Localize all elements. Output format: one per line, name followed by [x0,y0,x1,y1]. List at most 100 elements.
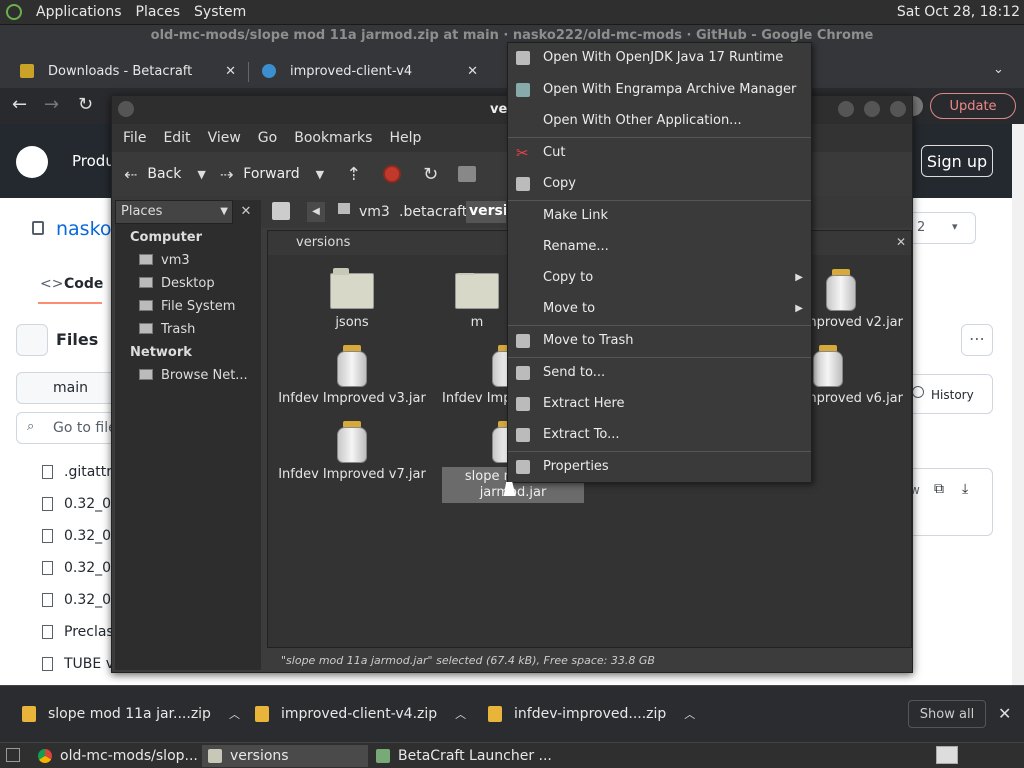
page-scrollbar[interactable] [1012,124,1024,685]
download-icon[interactable]: ⤓ [962,481,984,501]
file-item-jsons[interactable]: jsons [282,268,422,330]
product-menu[interactable]: Produ [72,152,115,170]
file-link[interactable]: Preclas [64,624,114,640]
path-segment-versions[interactable]: versions [466,201,506,223]
sidebar-item-vm3[interactable]: vm3 [139,253,190,268]
minimize-icon[interactable] [838,101,854,117]
window-menu-icon[interactable] [118,101,134,117]
sidebar-item-trash[interactable]: Trash [139,322,195,337]
menu-item-label: Rename... [543,239,609,254]
close-sidebar-icon[interactable]: ✕ [236,202,256,222]
menu-item-properties[interactable]: Properties [508,452,811,482]
menu-item-cut[interactable]: ✂ Cut [508,138,811,168]
menu-file[interactable]: File [123,130,146,146]
path-segment-vm3[interactable]: vm3 [359,204,390,220]
back-arrow-icon[interactable]: ← [12,94,27,115]
sidebar-item-desktop[interactable]: Desktop [139,276,215,291]
menu-go[interactable]: Go [258,130,277,146]
archive-icon [516,83,530,97]
menu-bookmarks[interactable]: Bookmarks [294,130,372,146]
file-link[interactable]: TUBE v [64,656,114,672]
reload-icon[interactable]: ↻ [78,94,93,115]
chevron-up-icon[interactable]: ︿ [684,706,695,722]
menu-places[interactable]: Places [136,4,181,20]
menu-item-open-with-java[interactable]: Open With OpenJDK Java 17 Runtime [508,43,811,73]
tab-code[interactable]: Code [64,276,103,292]
maximize-icon[interactable] [864,101,880,117]
chevron-up-icon[interactable]: ︿ [455,706,466,722]
close-tab-icon[interactable]: ✕ [467,64,478,79]
taskbar-item-label: old-mc-mods/slop... [60,748,198,764]
menu-applications[interactable]: Applications [36,4,122,20]
menu-view[interactable]: View [208,130,241,146]
taskbar-item-versions[interactable]: versions [202,745,368,767]
download-item[interactable]: infdev-improved....zip ︿ [488,700,695,728]
github-logo-icon[interactable] [16,146,48,178]
path-segment-betacraft[interactable]: .betacraft [399,204,467,220]
stop-icon[interactable] [383,165,402,183]
menu-system[interactable]: System [194,4,246,20]
update-button[interactable]: Update [930,93,1016,119]
back-history-chevron-icon[interactable]: ▼ [197,168,205,181]
menu-item-move-to[interactable]: Move to ▶ [508,294,811,324]
chevron-up-icon[interactable]: ︿ [229,706,240,722]
menu-help[interactable]: Help [389,130,421,146]
tab-list-chevron-icon[interactable]: ⌄ [993,62,1004,77]
menu-item-extract-here[interactable]: Extract Here [508,389,811,419]
forward-history-chevron-icon[interactable]: ▼ [316,168,324,181]
download-item[interactable]: slope mod 11a jar....zip ︿ [22,700,240,728]
download-item[interactable]: improved-client-v4.zip ︿ [255,700,466,728]
chevron-down-icon[interactable]: ▾ [952,220,958,233]
show-all-button[interactable]: Show all [908,700,986,728]
copy-icon[interactable]: ⧉ [934,481,956,501]
back-button[interactable]: Back [147,166,181,182]
forward-arrow-icon[interactable]: ⇢ [220,165,233,184]
forward-button[interactable]: Forward [243,166,299,182]
close-window-icon[interactable] [890,101,906,117]
sidebar-heading-network: Network [130,345,192,360]
clock[interactable]: Sat Oct 28, 18:12 [897,4,1020,20]
show-desktop-icon[interactable] [6,748,20,762]
close-download-bar-icon[interactable]: ✕ [998,704,1011,723]
file-item-infdev-partial[interactable]: Infdev Imp [442,345,512,406]
menu-item-open-with-other[interactable]: Open With Other Application... [508,106,811,136]
file-icon [42,657,53,671]
more-options-icon[interactable]: ⋯ [961,324,993,356]
file-item-infdev-v3[interactable]: Infdev Improved v3.jar [272,345,432,406]
menu-item-send-to[interactable]: Send to... [508,358,811,388]
tab-improved-client-v4[interactable]: improved-client-v4 ✕ [252,54,488,88]
places-dropdown[interactable]: Places ▼ [115,200,233,224]
menu-item-extract-to[interactable]: Extract To... [508,420,811,450]
taskbar-item-chrome[interactable]: old-mc-mods/slop... [38,745,198,767]
mate-logo-icon[interactable] [6,4,22,20]
sidebar-item-browse-network[interactable]: Browse Net... [139,368,248,383]
reload-icon[interactable]: ↻ [423,164,438,185]
toggle-sidebar-button[interactable] [16,324,48,356]
menu-edit[interactable]: Edit [163,130,190,146]
betacraft-icon [376,749,390,763]
back-arrow-icon[interactable]: ⇠ [124,165,137,184]
edit-location-icon[interactable] [272,202,290,220]
tab-downloads-betacraft[interactable]: Downloads - Betacraft ✕ [10,54,246,88]
menu-item-make-link[interactable]: Make Link [508,201,811,231]
branch-count[interactable]: 2 [904,212,976,244]
menu-item-rename[interactable]: Rename... [508,232,811,262]
workspace-switcher[interactable] [936,746,958,764]
menu-item-copy-to[interactable]: Copy to ▶ [508,263,811,293]
home-icon[interactable] [458,166,477,182]
close-pane-icon[interactable]: ✕ [896,235,906,249]
path-left-arrow-icon[interactable]: ◀ [307,202,325,222]
sign-up-button[interactable]: Sign up [921,145,993,177]
up-arrow-icon[interactable]: ⇡ [346,164,361,185]
sidebar-item-filesystem[interactable]: File System [139,299,235,314]
forward-arrow-icon[interactable]: → [44,94,59,115]
menu-item-open-with-engrampa[interactable]: Open With Engrampa Archive Manager [508,75,811,105]
file-item-infdev-v7[interactable]: Infdev Improved v7.jar [272,421,432,482]
file-item-m[interactable]: m [442,273,512,330]
menu-item-copy[interactable]: Copy [508,169,811,199]
repo-owner-link[interactable]: nasko [56,218,112,240]
close-tab-icon[interactable]: ✕ [225,64,236,79]
branch-selector[interactable]: main [16,372,116,404]
menu-item-move-to-trash[interactable]: Move to Trash [508,326,811,356]
taskbar-item-betacraft[interactable]: BetaCraft Launcher ... [376,745,552,767]
